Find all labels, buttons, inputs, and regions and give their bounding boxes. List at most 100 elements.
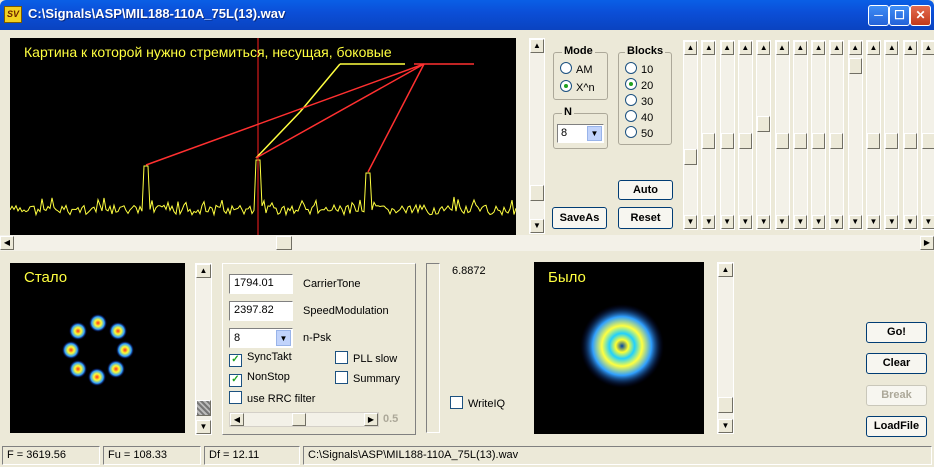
close-button[interactable]: ✕ (910, 5, 931, 26)
scroll-up-icon[interactable]: ▲ (684, 41, 697, 55)
slider-thumb[interactable] (848, 58, 862, 74)
equalizer-slider[interactable]: ▲ ▼ (866, 40, 881, 230)
slider-thumb[interactable] (830, 133, 844, 149)
slider-thumb[interactable] (903, 133, 917, 149)
break-button[interactable]: Break (866, 385, 927, 406)
blocks-option-40[interactable]: 40 (625, 110, 653, 124)
nonstop-checkbox[interactable]: ✓ NonStop (229, 371, 290, 387)
blocks-option-10[interactable]: 10 (625, 62, 653, 76)
hscroll-thumb[interactable] (276, 236, 292, 250)
equalizer-slider[interactable]: ▲ ▼ (829, 40, 845, 230)
slider-thumb[interactable] (702, 133, 716, 149)
slider-thumb[interactable] (885, 133, 899, 149)
n-select[interactable]: 8 ▼ (557, 124, 604, 143)
slider-thumb[interactable] (812, 133, 826, 149)
scroll-up-icon[interactable]: ▲ (830, 41, 844, 55)
writeiq-checkbox[interactable]: WriteIQ (450, 396, 505, 410)
scroll-up-icon[interactable]: ▲ (738, 41, 752, 55)
slider-thumb[interactable] (921, 133, 934, 149)
scroll-up-icon[interactable]: ▲ (720, 41, 734, 55)
scroll-down-icon[interactable]: ▼ (738, 215, 752, 229)
scroll-down-icon[interactable]: ▼ (903, 215, 917, 229)
scroll-down-icon[interactable]: ▼ (848, 215, 862, 229)
equalizer-slider[interactable]: ▲ ▼ (811, 40, 827, 230)
scroll-up-icon[interactable]: ▲ (885, 41, 899, 55)
slider-thumb[interactable] (684, 149, 697, 165)
npsk-select[interactable]: 8 ▼ (229, 328, 293, 348)
summary-checkbox[interactable]: Summary (335, 371, 400, 385)
spectrum-hscroll[interactable]: ◀ ▶ (0, 235, 934, 251)
equalizer-slider[interactable]: ▲ ▼ (792, 40, 808, 230)
slider-thumb[interactable] (757, 116, 771, 132)
scroll-down-icon[interactable]: ▼ (885, 215, 899, 229)
scroll-up-icon[interactable]: ▲ (196, 264, 211, 278)
blocks-option-20[interactable]: 20 (625, 78, 653, 92)
slider-thumb[interactable] (720, 133, 734, 149)
go-button[interactable]: Go! (866, 322, 927, 343)
slider-thumb[interactable] (775, 133, 789, 149)
scroll-up-icon[interactable]: ▲ (702, 41, 716, 55)
scroll-up-icon[interactable]: ▲ (921, 41, 934, 55)
rrc-checkbox[interactable]: use RRC filter (229, 391, 315, 405)
scroll-up-icon[interactable]: ▲ (793, 41, 807, 55)
saveas-button[interactable]: SaveAs (552, 207, 607, 229)
equalizer-slider[interactable]: ▲ ▼ (902, 40, 918, 230)
equalizer-slider[interactable]: ▲ ▼ (847, 40, 863, 230)
maximize-button[interactable]: ☐ (889, 5, 910, 26)
equalizer-slider[interactable]: ▲ ▼ (719, 40, 735, 230)
filter-slider[interactable]: ◀ ▶ (229, 412, 379, 427)
scroll-up-icon[interactable]: ▲ (848, 41, 862, 55)
scroll-down-icon[interactable]: ▼ (720, 215, 734, 229)
scroll-down-icon[interactable]: ▼ (921, 215, 934, 229)
scroll-up-icon[interactable]: ▲ (530, 39, 544, 53)
after-vscroll[interactable]: ▲ ▼ (195, 263, 212, 435)
equalizer-slider[interactable]: ▲ ▼ (774, 40, 790, 230)
slider-thumb[interactable] (867, 133, 880, 149)
equalizer-slider[interactable]: ▲ ▼ (884, 40, 900, 230)
scroll-left-icon[interactable]: ◀ (230, 413, 244, 426)
spectrum-display[interactable]: Картина к которой нужно стремиться, несу… (10, 38, 516, 235)
equalizer-slider[interactable]: ▲ ▼ (920, 40, 934, 230)
equalizer-slider[interactable]: ▲ ▼ (701, 40, 717, 230)
scroll-up-icon[interactable]: ▲ (718, 263, 733, 277)
blocks-option-30[interactable]: 30 (625, 94, 653, 108)
scroll-up-icon[interactable]: ▲ (775, 41, 789, 55)
clear-button[interactable]: Clear (866, 353, 927, 374)
vscroll-thumb[interactable] (718, 397, 733, 413)
scroll-down-icon[interactable]: ▼ (718, 419, 733, 433)
equalizer-slider[interactable]: ▲ ▼ (683, 40, 698, 230)
title-bar[interactable]: SV C:\Signals\ASP\MIL188-110A_75L(13).wa… (0, 0, 934, 30)
slider-thumb[interactable] (793, 133, 807, 149)
speed-input[interactable]: 2397.82 (229, 301, 293, 321)
before-vscroll[interactable]: ▲ ▼ (717, 262, 734, 434)
slider-thumb[interactable] (738, 133, 752, 149)
scroll-down-icon[interactable]: ▼ (775, 215, 789, 229)
reset-button[interactable]: Reset (618, 207, 673, 229)
scroll-up-icon[interactable]: ▲ (757, 41, 771, 55)
scroll-down-icon[interactable]: ▼ (812, 215, 826, 229)
mode-option-xn[interactable]: X^n (560, 80, 595, 94)
scroll-down-icon[interactable]: ▼ (757, 215, 771, 229)
scroll-down-icon[interactable]: ▼ (684, 215, 697, 229)
scroll-down-icon[interactable]: ▼ (793, 215, 807, 229)
scroll-down-icon[interactable]: ▼ (830, 215, 844, 229)
mode-option-am[interactable]: AM (560, 62, 593, 76)
slider-thumb[interactable] (291, 413, 306, 426)
scroll-down-icon[interactable]: ▼ (530, 219, 544, 233)
scroll-right-icon[interactable]: ▶ (364, 413, 378, 426)
loadfile-button[interactable]: LoadFile (866, 416, 927, 437)
equalizer-slider[interactable]: ▲ ▼ (737, 40, 753, 230)
vscroll-thumb[interactable] (530, 185, 544, 201)
vscroll-thumb[interactable] (196, 400, 211, 416)
scroll-right-icon[interactable]: ▶ (920, 236, 934, 250)
scroll-left-icon[interactable]: ◀ (0, 236, 14, 250)
spectrum-gain-scroll[interactable]: ▲ ▼ (529, 38, 545, 234)
carrier-input[interactable]: 1794.01 (229, 274, 293, 294)
auto-button[interactable]: Auto (618, 180, 673, 200)
scroll-down-icon[interactable]: ▼ (867, 215, 880, 229)
minimize-button[interactable]: ─ (868, 5, 889, 26)
pll-checkbox[interactable]: PLL slow (335, 351, 397, 365)
scroll-up-icon[interactable]: ▲ (867, 41, 880, 55)
scroll-up-icon[interactable]: ▲ (812, 41, 826, 55)
chevron-down-icon[interactable]: ▼ (587, 126, 602, 141)
